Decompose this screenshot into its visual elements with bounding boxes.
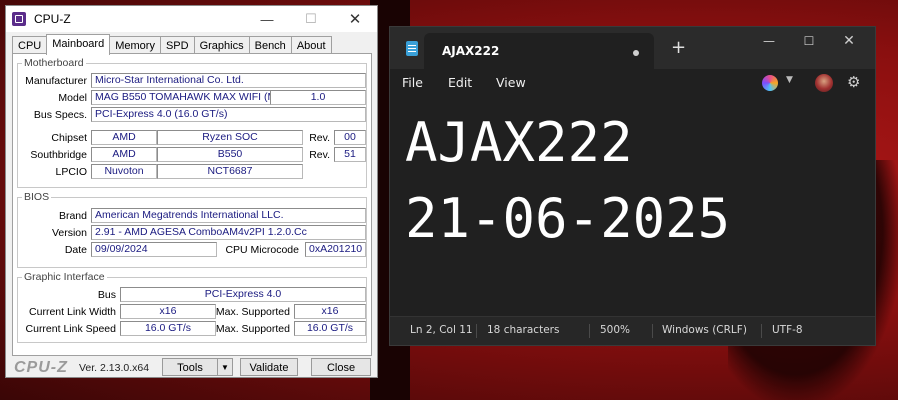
mainboard-panel: Motherboard Manufacturer Micro-Star Inte… [12, 53, 372, 356]
copilot-icon[interactable] [762, 75, 778, 91]
notepad-menubar: File Edit View ▼ ⚙ [390, 69, 875, 97]
bios-version-label: Version [51, 227, 87, 239]
status-divider [589, 324, 590, 338]
link-speed-label: Current Link Speed [25, 323, 116, 335]
graphic-interface-group: Graphic Interface Bus PCI-Express 4.0 Cu… [17, 271, 367, 343]
minimize-button[interactable]: — [245, 6, 289, 32]
motherboard-group: Motherboard Manufacturer Micro-Star Inte… [17, 57, 367, 188]
max-width-label: Max. Supported [215, 306, 290, 318]
tab-cpu[interactable]: CPU [12, 36, 48, 54]
model-value: MAG B550 TOMAHAWK MAX WIFI (MS [91, 90, 272, 105]
notepad-window: AJAX222 + — ☐ ✕ File Edit View ▼ ⚙ AJAX2… [389, 26, 876, 346]
status-zoom[interactable]: 500% [600, 324, 630, 336]
tab-bench[interactable]: Bench [248, 36, 292, 54]
menu-view[interactable]: View [496, 75, 526, 90]
bios-group: BIOS Brand American Megatrends Internati… [17, 191, 367, 268]
bios-version-value: 2.91 - AMD AGESA ComboAM4v2PI 1.2.0.Cc [91, 225, 366, 240]
tools-button[interactable]: Tools [162, 358, 218, 376]
text-editor[interactable]: AJAX222 21-06-2025 [390, 111, 875, 311]
status-divider [761, 324, 762, 338]
manufacturer-label: Manufacturer [25, 75, 87, 87]
bios-brand-value: American Megatrends International LLC. [91, 208, 366, 223]
gi-bus-label: Bus [97, 289, 116, 301]
chipset-vendor: AMD [91, 130, 157, 145]
max-speed-value: 16.0 GT/s [294, 321, 366, 336]
bios-group-label: BIOS [22, 191, 52, 203]
validate-button[interactable]: Validate [240, 358, 298, 376]
status-position: Ln 2, Col 11 [410, 324, 473, 336]
max-width-value: x16 [294, 304, 366, 319]
microcode-label: CPU Microcode [225, 244, 299, 256]
southbridge-label: Southbridge [30, 149, 87, 161]
busspecs-label: Bus Specs. [33, 109, 87, 121]
document-tab-title: AJAX222 [442, 44, 500, 58]
tab-memory[interactable]: Memory [109, 36, 161, 54]
menu-edit[interactable]: Edit [448, 75, 472, 90]
close-button[interactable]: Close [311, 358, 371, 376]
busspecs-value: PCI-Express 4.0 (16.0 GT/s) [91, 107, 366, 122]
cpuz-tabs: CPU Mainboard Memory SPD Graphics Bench … [12, 34, 332, 55]
tab-graphics[interactable]: Graphics [193, 36, 250, 54]
cpuz-titlebar[interactable]: CPU-Z — ☐ ✕ [6, 6, 377, 32]
tab-spd[interactable]: SPD [159, 36, 195, 54]
microcode-value: 0xA201210 [305, 242, 366, 257]
cpuz-window: CPU-Z — ☐ ✕ CPU Mainboard Memory SPD Gra… [5, 5, 378, 378]
southbridge-rev-value: 51 [334, 147, 366, 162]
notepad-minimize-button[interactable]: — [749, 31, 789, 51]
gear-icon[interactable]: ⚙ [847, 73, 860, 91]
status-divider [652, 324, 653, 338]
new-tab-plus-icon[interactable]: + [671, 37, 686, 58]
notepad-maximize-button[interactable]: ☐ [789, 31, 829, 51]
editor-line-2: 21-06-2025 [405, 187, 731, 250]
cpuz-title: CPU-Z [34, 12, 71, 26]
bios-date-label: Date [64, 244, 87, 256]
bios-brand-label: Brand [58, 210, 87, 222]
document-tab[interactable]: AJAX222 [424, 33, 654, 69]
notepad-close-button[interactable]: ✕ [829, 31, 869, 51]
close-window-button[interactable]: ✕ [333, 6, 377, 32]
lpcio-label: LPCIO [55, 166, 87, 178]
avatar[interactable] [815, 74, 833, 92]
link-width-label: Current Link Width [29, 306, 116, 318]
southbridge-vendor: AMD [91, 147, 157, 162]
link-width-value: x16 [120, 304, 216, 319]
graphic-group-label: Graphic Interface [22, 271, 107, 283]
editor-line-1: AJAX222 [405, 111, 633, 174]
manufacturer-value: Micro-Star International Co. Ltd. [91, 73, 366, 88]
gi-bus-value: PCI-Express 4.0 [120, 287, 366, 302]
lpcio-vendor: Nuvoton [91, 164, 157, 179]
chipset-model: Ryzen SOC [157, 130, 303, 145]
lpcio-model: NCT6687 [157, 164, 303, 179]
chipset-rev-label: Rev. [309, 132, 330, 144]
link-speed-value: 16.0 GT/s [120, 321, 216, 336]
notepad-app-icon [406, 41, 418, 56]
bios-date-value: 09/09/2024 [91, 242, 217, 257]
southbridge-rev-label: Rev. [309, 149, 330, 161]
max-speed-label: Max. Supported [215, 323, 290, 335]
status-encoding[interactable]: UTF-8 [772, 324, 803, 336]
cpuz-app-icon [12, 12, 26, 26]
motherboard-group-label: Motherboard [22, 57, 86, 69]
status-line-ending[interactable]: Windows (CRLF) [662, 324, 747, 336]
model-rev-value: 1.0 [270, 90, 366, 105]
menu-file[interactable]: File [402, 75, 423, 90]
unsaved-dot-icon[interactable] [633, 50, 639, 56]
model-label: Model [58, 92, 87, 104]
chipset-label: Chipset [51, 132, 87, 144]
status-divider [476, 324, 477, 338]
status-char-count: 18 characters [487, 324, 560, 336]
cpuz-footer: CPU-Z Ver. 2.13.0.x64 Tools ▼ Validate C… [6, 358, 377, 378]
notepad-statusbar: Ln 2, Col 11 18 characters 500% Windows … [390, 316, 875, 345]
tab-about[interactable]: About [290, 36, 332, 54]
chevron-down-icon[interactable]: ▼ [786, 75, 793, 85]
chipset-rev-value: 00 [334, 130, 366, 145]
tools-dropdown-icon[interactable]: ▼ [217, 358, 233, 376]
notepad-tabstrip: AJAX222 + — ☐ ✕ [390, 27, 875, 69]
maximize-button[interactable]: ☐ [289, 6, 333, 32]
cpuz-version: Ver. 2.13.0.x64 [79, 362, 150, 374]
southbridge-model: B550 [157, 147, 303, 162]
tab-mainboard[interactable]: Mainboard [46, 34, 111, 55]
cpuz-logo-text: CPU-Z [14, 359, 68, 376]
